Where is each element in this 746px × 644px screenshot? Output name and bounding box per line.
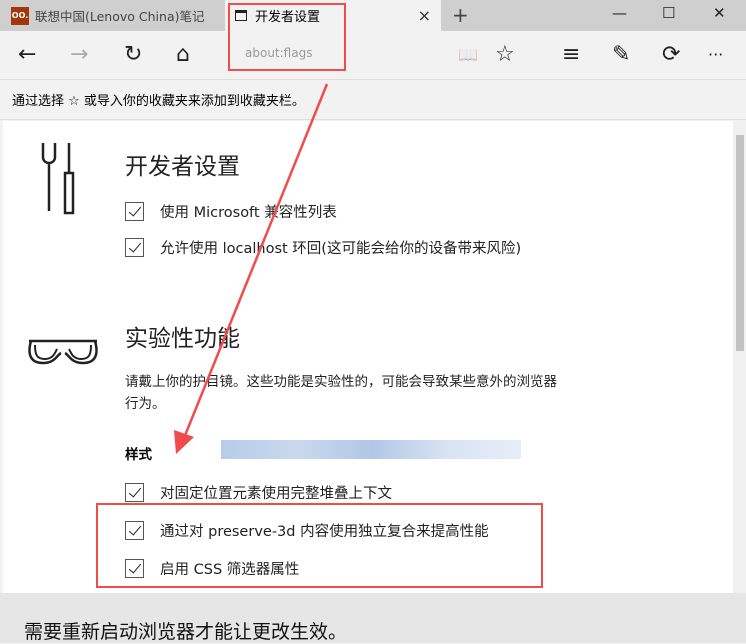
red-arrow-annotation xyxy=(174,83,329,454)
